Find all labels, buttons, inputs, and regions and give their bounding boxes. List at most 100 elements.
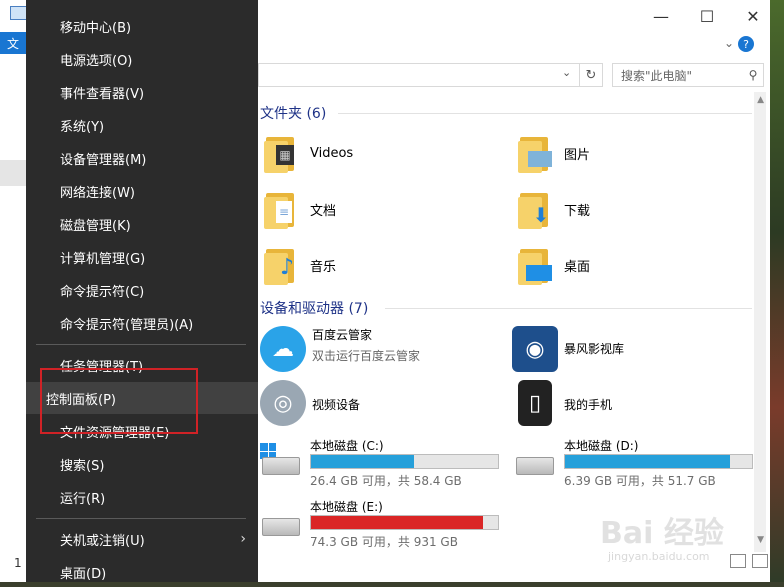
menu-item-computer-management[interactable]: 计算机管理(G) [26, 242, 258, 272]
folder-pictures[interactable]: 图片 [518, 133, 590, 173]
menu-item-label: 磁盘管理(K) [60, 218, 131, 234]
search-placeholder: 搜索"此电脑" [621, 68, 693, 83]
drive-space-info: 26.4 GB 可用，共 58.4 GB [310, 474, 462, 488]
menu-item-label: 设备管理器(M) [60, 152, 147, 168]
menu-item-power-options[interactable]: 电源选项(O) [26, 44, 258, 74]
downloads-folder-icon: ⬇ [518, 189, 552, 229]
search-input[interactable]: 搜索"此电脑" ⚲ [612, 63, 764, 87]
menu-item-label: 系统(Y) [60, 119, 105, 135]
section-divider [338, 113, 752, 114]
menu-item-command-prompt[interactable]: 命令提示符(C) [26, 275, 258, 305]
menu-item-label: 网络连接(W) [60, 185, 135, 201]
device-name: 暴风影视库 [564, 342, 625, 356]
menu-item-run[interactable]: 运行(R) [26, 482, 258, 512]
folder-documents[interactable]: ≡ 文档 [264, 189, 336, 229]
videos-folder-icon: ▦ [264, 133, 298, 173]
folder-label: 桌面 [564, 259, 591, 275]
menu-item-device-manager[interactable]: 设备管理器(M) [26, 143, 258, 173]
folder-label: 下载 [564, 203, 591, 219]
scroll-down-icon[interactable]: ▼ [757, 535, 764, 545]
drive-name: 本地磁盘 (D:) [564, 439, 639, 453]
drive-usage-bar [564, 454, 753, 469]
music-folder-icon: ♪ [264, 245, 298, 285]
folder-label: 文档 [310, 203, 337, 219]
ribbon-file-tab[interactable]: 文 [0, 32, 26, 54]
folder-label: 音乐 [310, 259, 337, 275]
maximize-button[interactable]: ☐ [692, 4, 722, 28]
menu-item-search[interactable]: 搜索(S) [26, 449, 258, 479]
baidu-cloud-icon: ☁ [260, 326, 306, 372]
watermark-url: jingyan.baidu.com [608, 550, 710, 563]
folder-desktop[interactable]: 桌面 [518, 245, 590, 285]
help-button[interactable]: ? [738, 36, 754, 52]
refresh-button[interactable]: ↻ [579, 63, 603, 87]
device-name: 我的手机 [564, 398, 613, 412]
device-name: 视频设备 [312, 398, 361, 412]
section-divider [385, 308, 752, 309]
menu-item-event-viewer[interactable]: 事件查看器(V) [26, 77, 258, 107]
menu-item-label: 计算机管理(G) [60, 251, 146, 267]
device-phone[interactable]: ▯ 我的手机 [512, 380, 612, 426]
folder-downloads[interactable]: ⬇ 下载 [518, 189, 590, 229]
drive-usage-bar [310, 515, 499, 530]
address-dropdown-icon[interactable]: ⌄ [562, 66, 571, 79]
menu-item-network-connections[interactable]: 网络连接(W) [26, 176, 258, 206]
drive-space-info: 74.3 GB 可用，共 931 GB [310, 535, 458, 549]
ribbon-collapse-icon[interactable]: ⌄ [724, 36, 734, 50]
nav-pane-selected-item[interactable] [0, 160, 26, 186]
vertical-scrollbar[interactable] [754, 92, 766, 552]
desktop-background [770, 0, 784, 582]
menu-item-label: 搜索(S) [60, 458, 105, 474]
menu-item-shutdown-signout[interactable]: 关机或注销(U) › [26, 524, 258, 554]
menu-separator [36, 344, 246, 345]
close-button[interactable]: ✕ [738, 4, 768, 28]
folder-label: Videos [310, 145, 354, 161]
drive-space-info: 6.39 GB 可用，共 51.7 GB [564, 474, 716, 488]
details-view-icon[interactable] [730, 554, 746, 568]
menu-item-label: 运行(R) [60, 491, 106, 507]
device-baidu-cloud[interactable]: ☁ 百度云管家 双击运行百度云管家 [260, 326, 420, 372]
folder-videos[interactable]: ▦ Videos [264, 133, 353, 173]
menu-separator [36, 518, 246, 519]
folder-label: 图片 [564, 147, 591, 163]
annotation-highlight-box [40, 368, 198, 434]
menu-item-label: 关机或注销(U) [60, 533, 145, 549]
minimize-button[interactable]: — [646, 4, 676, 28]
devices-section-header[interactable]: 设备和驱动器 (7) [260, 298, 368, 318]
menu-item-system[interactable]: 系统(Y) [26, 110, 258, 140]
device-name: 百度云管家 [312, 328, 373, 342]
menu-item-label: 命令提示符(管理员)(A) [60, 317, 194, 333]
drive-usage-bar [310, 454, 499, 469]
drive-d[interactable]: 本地磁盘 (D:) 6.39 GB 可用，共 51.7 GB [514, 437, 754, 493]
phone-icon: ▯ [518, 380, 552, 426]
pictures-folder-icon [518, 133, 552, 173]
folder-music[interactable]: ♪ 音乐 [264, 245, 336, 285]
device-webcam[interactable]: ◎ 视频设备 [260, 380, 360, 426]
hard-drive-icon [514, 443, 554, 475]
menu-item-command-prompt-admin[interactable]: 命令提示符(管理员)(A) [26, 308, 258, 338]
menu-item-label: 移动中心(B) [60, 20, 132, 36]
menu-item-label: 命令提示符(C) [60, 284, 145, 300]
folders-section-header[interactable]: 文件夹 (6) [260, 103, 326, 123]
address-bar[interactable] [258, 63, 579, 87]
scroll-up-icon[interactable]: ▲ [757, 95, 764, 105]
menu-item-desktop[interactable]: 桌面(D) [26, 557, 258, 587]
desktop-folder-icon [518, 245, 552, 285]
webcam-icon: ◎ [260, 380, 306, 426]
drive-c[interactable]: 本地磁盘 (C:) 26.4 GB 可用，共 58.4 GB [260, 437, 500, 493]
search-icon[interactable]: ⚲ [743, 68, 763, 82]
menu-item-disk-management[interactable]: 磁盘管理(K) [26, 209, 258, 239]
device-subtitle: 双击运行百度云管家 [312, 349, 421, 363]
device-baofeng[interactable]: ◉ 暴风影视库 [512, 326, 624, 372]
menu-item-label: 电源选项(O) [60, 53, 133, 69]
large-icons-view-icon[interactable] [752, 554, 768, 568]
watermark-logo: Bai 经验 [600, 516, 724, 551]
documents-folder-icon: ≡ [264, 189, 298, 229]
system-drive-icon [260, 443, 300, 475]
menu-item-label: 事件查看器(V) [60, 86, 145, 102]
hard-drive-icon [260, 504, 300, 536]
menu-item-label: 桌面(D) [60, 566, 107, 582]
winx-context-menu: 移动中心(B) 电源选项(O) 事件查看器(V) 系统(Y) 设备管理器(M) … [26, 0, 258, 582]
drive-e[interactable]: 本地磁盘 (E:) 74.3 GB 可用，共 931 GB [260, 498, 500, 554]
menu-item-mobility-center[interactable]: 移动中心(B) [26, 11, 258, 41]
